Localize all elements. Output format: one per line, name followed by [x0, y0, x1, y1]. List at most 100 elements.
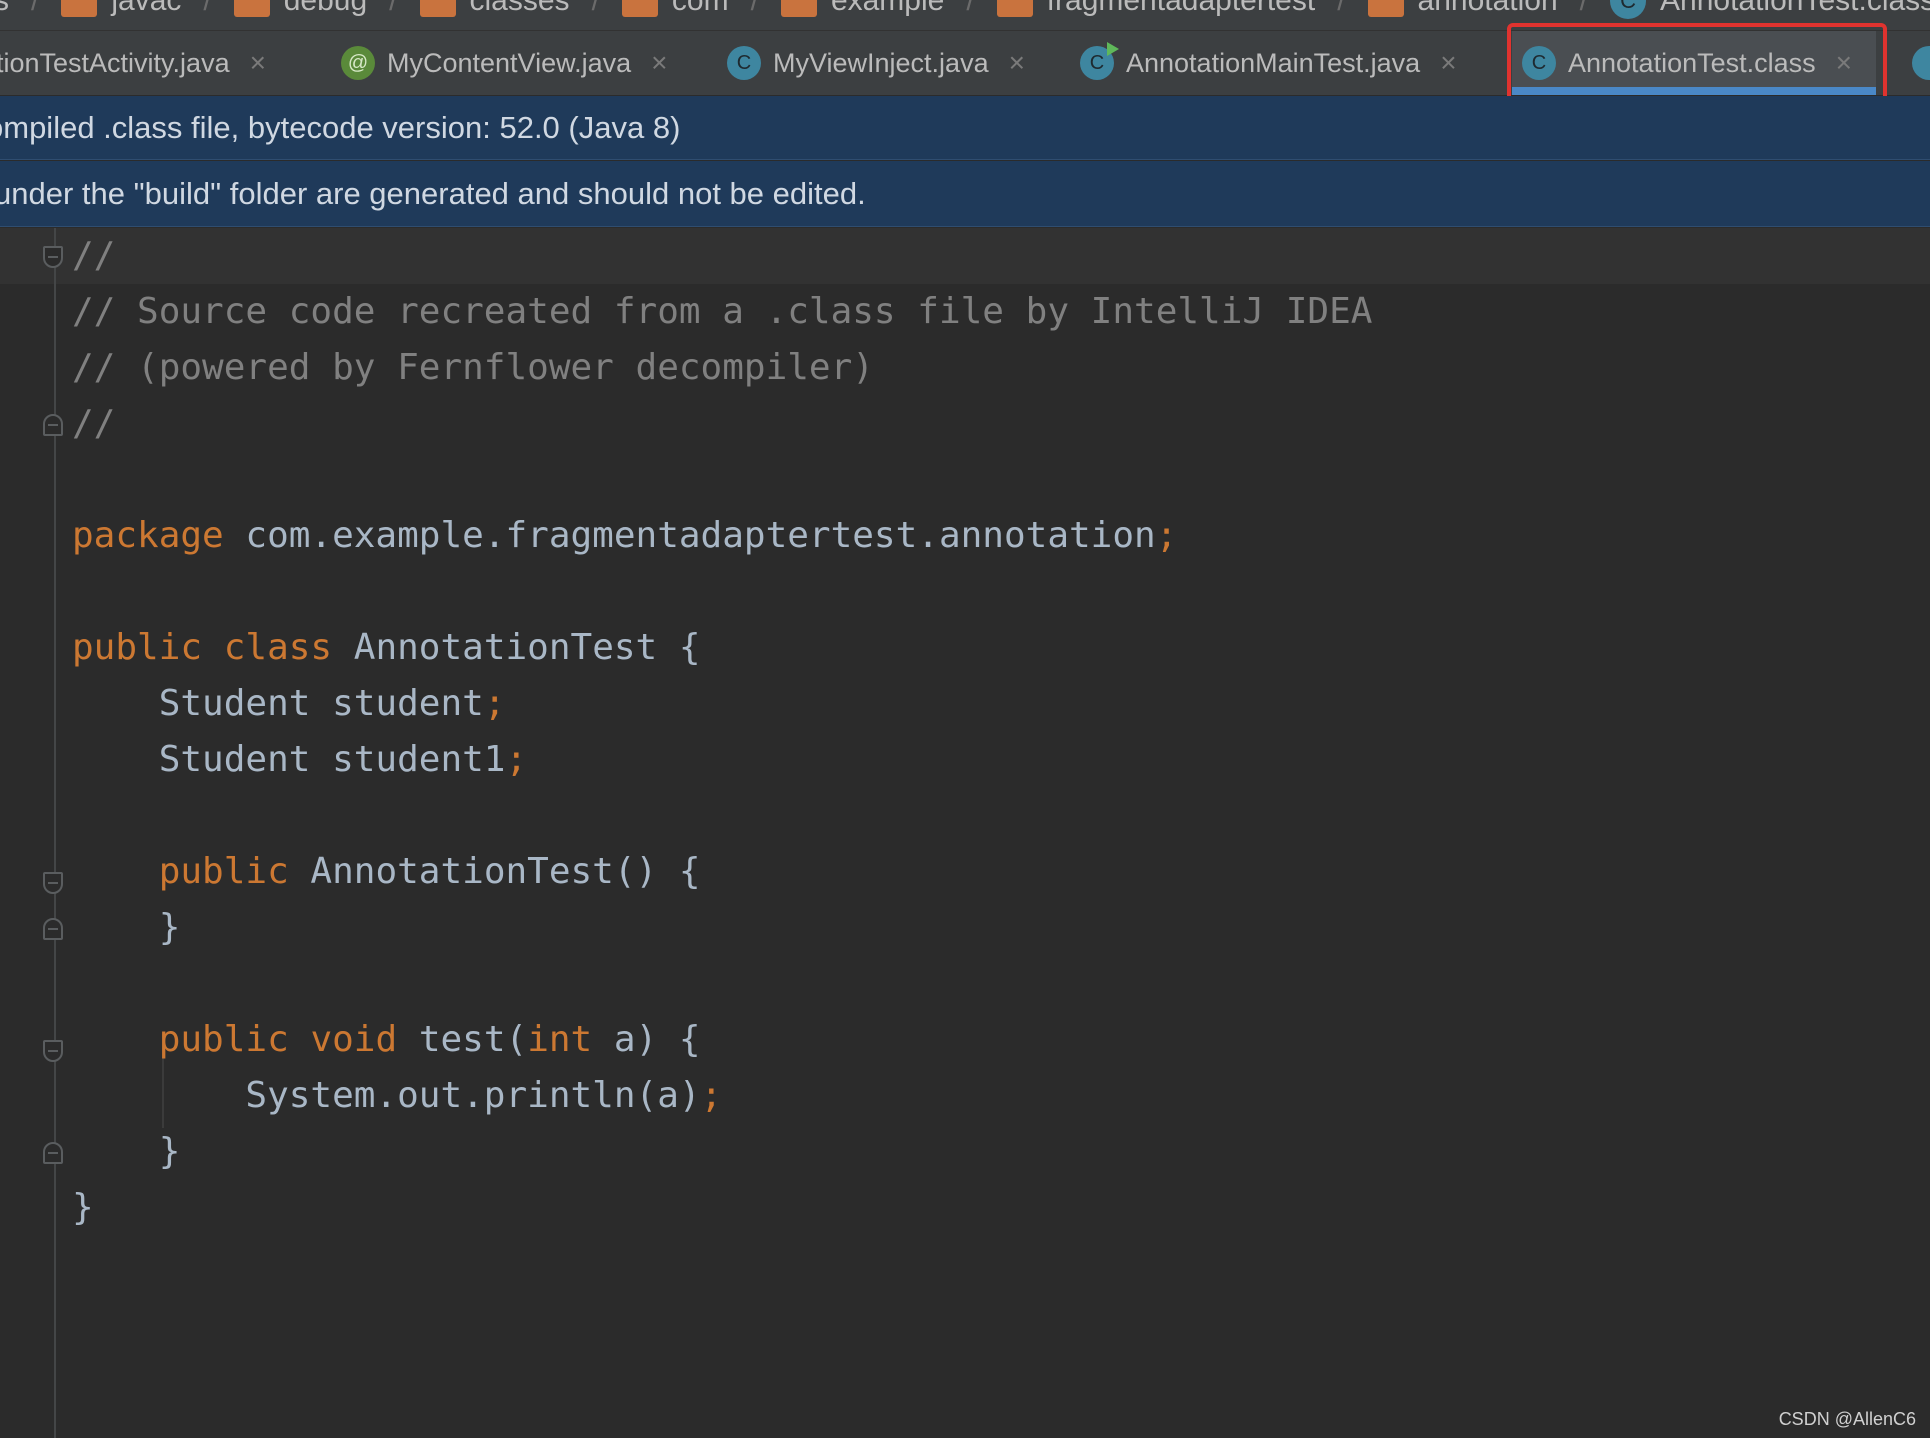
breadcrumb-item[interactable]: s/: [0, 0, 39, 18]
tab-my-view-inject[interactable]: C MyViewInject.java ×: [727, 31, 1025, 95]
identifier: a) {: [592, 1019, 701, 1060]
keyword: class: [223, 627, 333, 668]
folder-icon: [61, 0, 98, 17]
separator-icon: /: [591, 0, 600, 17]
class-icon: C: [1610, 0, 1647, 19]
breadcrumb-item[interactable]: com /: [621, 0, 759, 18]
separator-icon: /: [389, 0, 398, 17]
fold-close-icon[interactable]: [43, 918, 63, 940]
keyword: int: [527, 1019, 593, 1060]
breadcrumb-label: AnnotationTest.class: [1660, 0, 1930, 17]
keyword: package: [72, 515, 224, 556]
punctuation: ;: [1155, 515, 1178, 556]
breadcrumb-item[interactable]: C AnnotationTest.class: [1610, 0, 1930, 19]
keyword: public: [72, 627, 203, 668]
folder-icon: [233, 0, 270, 17]
tab-overflow[interactable]: [1912, 31, 1930, 95]
breadcrumb-item[interactable]: classes /: [419, 0, 600, 18]
fold-open-icon[interactable]: [43, 246, 63, 268]
code-line: //: [72, 235, 116, 276]
separator-icon: /: [1579, 0, 1589, 17]
close-icon[interactable]: ×: [1440, 47, 1456, 79]
decompiled-notice-banner: ompiled .class file, bytecode version: 5…: [0, 96, 1930, 160]
identifier: Student student1: [72, 739, 506, 780]
code-line: }: [72, 907, 181, 948]
banner-text: under the "build" folder are generated a…: [0, 176, 866, 211]
fold-close-icon[interactable]: [43, 1142, 63, 1164]
breadcrumb-label: classes: [469, 0, 570, 17]
folder-icon: [419, 0, 456, 17]
breadcrumb-item[interactable]: javac /: [61, 0, 212, 18]
identifier: System.out.println(a): [72, 1075, 701, 1116]
banner-text: ompiled .class file, bytecode version: 5…: [0, 110, 681, 145]
tab-annotation-test-activity[interactable]: tionTestActivity.java ×: [0, 31, 266, 95]
breadcrumb-item[interactable]: annotation /: [1367, 0, 1589, 18]
tab-annotation-main-test[interactable]: C AnnotationMainTest.java ×: [1080, 31, 1457, 95]
runnable-class-icon: C: [1080, 42, 1119, 80]
code-line: // Source code recreated from a .class f…: [72, 291, 1373, 332]
code-line: }: [72, 1187, 94, 1228]
folder-icon: [996, 0, 1033, 17]
generated-files-warning-banner: under the "build" folder are generated a…: [0, 161, 1930, 227]
tab-label: MyViewInject.java: [773, 47, 989, 78]
identifier: test(: [397, 1019, 528, 1060]
code-line: public class AnnotationTest {: [72, 620, 1372, 676]
breadcrumb-label: com: [671, 0, 729, 17]
tab-label: tionTestActivity.java: [0, 47, 230, 78]
breadcrumb-label: annotation: [1417, 0, 1558, 17]
folder-icon: [780, 0, 817, 17]
source-code[interactable]: // // Source code recreated from a .class…: [72, 228, 1372, 1236]
separator-icon: /: [31, 0, 40, 17]
breadcrumb-item[interactable]: debug /: [233, 0, 398, 18]
separator-icon: /: [750, 0, 759, 17]
tab-label: AnnotationMainTest.java: [1126, 47, 1421, 78]
code-line: public void test(int a) {: [72, 1012, 1372, 1068]
identifier: Student student: [72, 683, 484, 724]
class-icon: [1912, 46, 1930, 80]
fold-close-icon[interactable]: [43, 414, 63, 436]
folder-icon: [1367, 0, 1404, 17]
close-icon[interactable]: ×: [651, 47, 667, 79]
punctuation: ;: [483, 683, 506, 724]
code-line: Student student1;: [72, 732, 1372, 788]
folder-icon: [621, 0, 658, 17]
code-line: System.out.println(a);: [72, 1068, 1372, 1124]
identifier: AnnotationTest {: [332, 627, 701, 668]
class-icon: C: [727, 46, 761, 80]
breadcrumb-label: debug: [283, 0, 368, 17]
fold-open-icon[interactable]: [43, 1040, 63, 1062]
keyword: public: [158, 851, 289, 892]
breadcrumb-label: s: [0, 0, 9, 18]
annotation-icon: @: [341, 46, 375, 80]
code-line: public AnnotationTest() {: [72, 844, 1372, 900]
breadcrumb-item[interactable]: example /: [780, 0, 975, 18]
gutter-divider: [54, 228, 56, 1438]
tab-label: MyContentView.java: [387, 47, 632, 78]
punctuation: ;: [700, 1075, 723, 1116]
close-icon[interactable]: ×: [1009, 47, 1025, 79]
code-line: package com.example.fragmentadaptertest.…: [72, 508, 1372, 564]
tab-my-content-view[interactable]: @ MyContentView.java ×: [341, 31, 668, 95]
close-icon[interactable]: ×: [250, 47, 266, 79]
breadcrumb-label: fragmentadaptertest: [1046, 0, 1316, 17]
punctuation: ;: [505, 739, 528, 780]
fold-open-icon[interactable]: [43, 872, 63, 894]
breadcrumb-label: example: [830, 0, 945, 17]
breadcrumb-item[interactable]: fragmentadaptertest /: [996, 0, 1346, 18]
separator-icon: /: [1337, 0, 1346, 17]
code-line: //: [72, 403, 116, 444]
breadcrumb-label: javac: [111, 0, 182, 17]
identifier: com.example.fragmentadaptertest.annotati…: [223, 515, 1156, 556]
identifier: AnnotationTest() {: [288, 851, 701, 892]
separator-icon: /: [966, 0, 975, 17]
keyword: public: [158, 1019, 289, 1060]
code-editor[interactable]: // // Source code recreated from a .class…: [0, 228, 1930, 1438]
keyword: void: [310, 1019, 398, 1060]
separator-icon: /: [203, 0, 212, 17]
code-line: }: [72, 1131, 181, 1172]
watermark: CSDN @AllenC6: [1778, 1409, 1916, 1429]
